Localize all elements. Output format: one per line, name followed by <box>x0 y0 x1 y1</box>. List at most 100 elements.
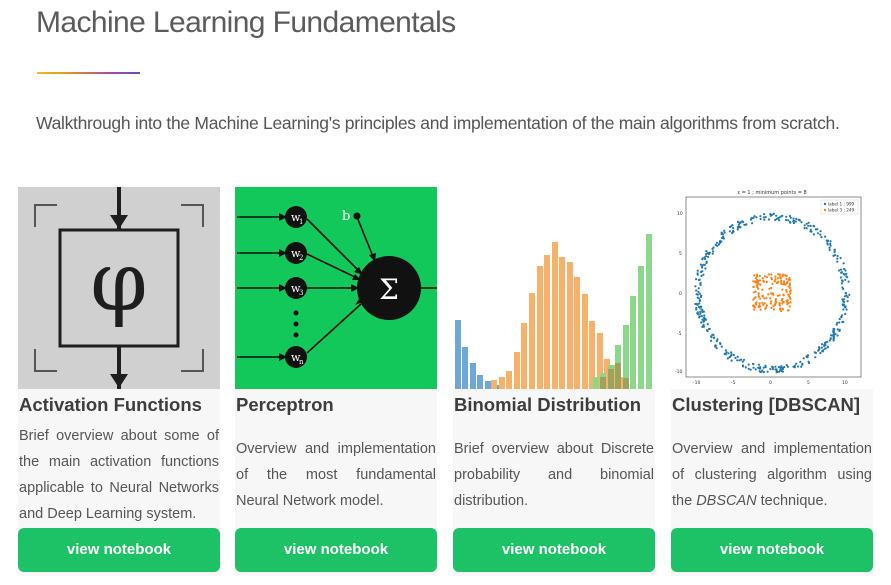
cluster-point <box>698 292 701 295</box>
cluster-point <box>736 228 739 231</box>
cluster-point <box>752 285 755 288</box>
cluster-point <box>797 218 800 221</box>
cluster-point <box>840 271 843 274</box>
x-tick: 5 <box>807 380 810 386</box>
cluster-point <box>701 257 704 260</box>
cluster-point <box>786 299 789 302</box>
cluster-point <box>832 339 835 342</box>
cluster-point <box>751 222 754 225</box>
cluster-point <box>816 232 819 235</box>
cluster-point <box>795 217 798 220</box>
cluster-point <box>770 276 773 280</box>
cluster-point <box>775 214 778 217</box>
card-binomial-distribution: Binomial Distribution Brief overview abo… <box>453 187 655 576</box>
cluster-point <box>844 305 847 308</box>
cluster-point <box>752 363 755 366</box>
cluster-point <box>695 278 698 281</box>
cluster-point <box>718 241 721 244</box>
view-notebook-button[interactable]: view notebook <box>18 528 220 572</box>
cluster-point <box>779 310 783 313</box>
cluster-point <box>772 308 776 311</box>
cluster-point <box>712 336 716 339</box>
cluster-point <box>764 364 767 367</box>
cluster-point <box>778 302 781 305</box>
cluster-point <box>720 231 723 234</box>
cluster-point <box>820 236 823 239</box>
x-tick: 10 <box>842 380 848 386</box>
cluster-point <box>763 275 766 278</box>
cluster-point <box>721 233 725 236</box>
clustering-image: ε = 1 ; minimum points = 8 10 5 0 -5 -10… <box>671 187 873 389</box>
cluster-point <box>779 273 782 276</box>
cluster-point <box>821 343 824 346</box>
cluster-point <box>757 305 760 308</box>
cluster-point <box>776 294 779 297</box>
card-description: Overview and implementation of clusterin… <box>672 441 872 509</box>
cluster-point <box>753 274 756 277</box>
cluster-point <box>839 268 843 271</box>
cluster-point <box>807 360 810 363</box>
cluster-point <box>802 357 805 360</box>
cluster-point <box>694 285 697 288</box>
cluster-point <box>844 291 847 295</box>
cluster-point <box>846 300 849 303</box>
cluster-point <box>731 224 734 227</box>
cluster-point <box>787 309 790 312</box>
cluster-point <box>782 300 785 304</box>
cluster-point <box>736 359 739 362</box>
y-tick: 5 <box>679 251 682 257</box>
cluster-point <box>836 257 839 260</box>
view-notebook-button[interactable]: view notebook <box>235 528 437 572</box>
cluster-point <box>833 328 836 331</box>
cluster-point <box>826 340 829 343</box>
cluster-point <box>838 269 841 272</box>
cluster-point <box>789 297 792 300</box>
cluster-point <box>705 261 708 265</box>
cluster-point <box>841 298 844 301</box>
phi-function-icon: φ <box>18 187 220 389</box>
cluster-point <box>807 221 810 224</box>
cluster-point <box>774 278 777 281</box>
cluster-point <box>781 288 784 291</box>
svg-text:2: 2 <box>299 254 303 262</box>
cluster-point <box>771 282 774 286</box>
cluster-point <box>759 215 762 218</box>
cluster-point <box>819 351 822 355</box>
cluster-point <box>789 292 792 295</box>
cluster-point <box>767 293 770 296</box>
cluster-point <box>761 301 764 304</box>
cluster-point <box>714 344 717 347</box>
cluster-point <box>756 286 759 289</box>
cluster-point <box>737 223 740 226</box>
cluster-point <box>699 312 702 315</box>
cluster-point <box>787 219 790 222</box>
cluster-point <box>765 276 768 279</box>
cluster-point <box>763 218 766 221</box>
cluster-point <box>703 314 706 317</box>
cluster-point <box>813 351 816 354</box>
cluster-point <box>695 289 698 292</box>
cluster-point <box>778 308 782 311</box>
cluster-point <box>833 250 836 254</box>
cluster-point <box>781 307 784 310</box>
cluster-point <box>708 327 711 330</box>
cluster-point <box>699 263 702 266</box>
cluster-point <box>841 304 845 307</box>
cluster-point <box>698 299 701 303</box>
cluster-point <box>730 353 733 356</box>
cluster-point <box>838 328 841 331</box>
cluster-point <box>744 366 747 369</box>
view-notebook-button[interactable]: view notebook <box>671 528 873 572</box>
cluster-point <box>752 291 756 294</box>
cluster-point <box>819 230 822 233</box>
cluster-point <box>775 301 778 304</box>
cluster-point <box>759 217 762 221</box>
cluster-point <box>769 297 772 300</box>
cluster-point <box>728 230 731 233</box>
cluster-point <box>702 273 705 276</box>
cluster-point <box>788 278 791 281</box>
cluster-point <box>826 345 829 348</box>
view-notebook-button[interactable]: view notebook <box>453 528 655 572</box>
cluster-point <box>781 275 784 278</box>
cluster-point <box>703 263 706 266</box>
